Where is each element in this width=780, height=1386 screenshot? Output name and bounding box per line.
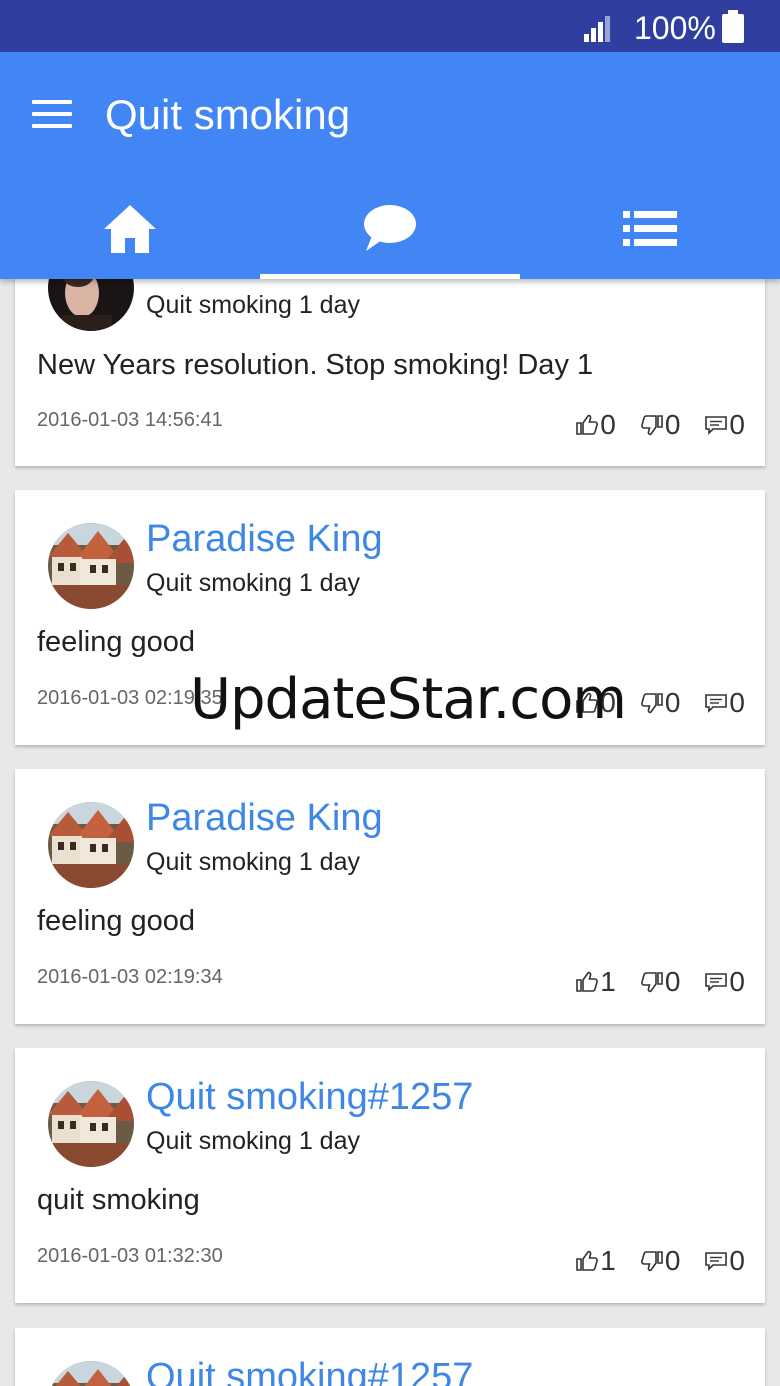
app-title: Quit smoking [105,91,351,138]
user-avatar[interactable] [48,1081,134,1167]
like-count: 0 [600,409,616,440]
post-actions: 1 0 0 [551,966,745,998]
hamburger-menu-icon[interactable] [30,96,74,132]
chat-bubble-icon [364,205,416,251]
post-timestamp: 2016-01-03 01:32:30 [37,1245,223,1267]
thumbs-down-icon [640,693,663,714]
dislike-button[interactable]: 0 [640,409,681,441]
comment-count: 0 [729,687,745,718]
tab-home[interactable] [0,177,260,279]
post-feed[interactable]: Quit smoking 1 day New Years resolution.… [0,279,780,1386]
username-link[interactable]: Paradise King [146,795,383,841]
dislike-count: 0 [664,966,681,997]
thumbs-down-icon [640,1251,663,1272]
user-avatar[interactable] [48,1361,134,1386]
post-timestamp: 2016-01-03 02:19:34 [37,966,223,988]
thumbs-up-icon [576,971,599,992]
like-count: 1 [600,1245,616,1276]
like-count: 1 [600,966,616,997]
user-status: Quit smoking 1 day [146,291,360,319]
dislike-count: 0 [664,1245,681,1276]
post-card[interactable]: Quit smoking#1257 Quit smoking 1 day qui… [15,1048,765,1303]
post-timestamp: 2016-01-03 14:56:41 [37,409,223,431]
thumbs-up-icon [576,1250,599,1271]
user-avatar[interactable] [48,279,134,331]
comment-button[interactable]: 0 [704,687,745,719]
user-avatar[interactable] [48,523,134,609]
user-status: Quit smoking 1 day [146,1127,360,1155]
comment-icon [705,973,728,992]
app-bar: Quit smoking [0,52,780,279]
post-card[interactable]: Paradise King Quit smoking 1 day feeling… [15,769,765,1024]
comment-icon [705,1252,728,1271]
tab-list[interactable] [520,177,780,279]
username-link[interactable]: Quit smoking#1257 [146,1074,473,1120]
post-text: feeling good [37,905,196,937]
list-icon [623,211,677,246]
dislike-count: 0 [664,409,681,440]
dislike-button[interactable]: 0 [640,966,681,998]
thumbs-down-icon [640,972,663,993]
comment-count: 0 [729,409,745,440]
watermark-text: UpdateStar.com [190,667,627,732]
battery-icon [722,10,744,43]
post-card[interactable]: Quit smoking 1 day New Years resolution.… [15,279,765,466]
battery-percentage: 100% [634,10,716,46]
comment-icon [705,694,728,713]
username-link[interactable]: Quit smoking#1257 [146,1354,473,1386]
post-actions: 1 0 0 [551,1245,745,1277]
status-bar: 100% [0,0,780,52]
tab-bar [0,177,780,279]
comment-button[interactable]: 0 [704,409,745,441]
username-link[interactable]: Paradise King [146,516,383,562]
comment-count: 0 [729,966,745,997]
post-text: New Years resolution. Stop smoking! Day … [37,349,594,381]
like-button[interactable]: 1 [575,966,616,998]
user-status: Quit smoking 1 day [146,848,360,876]
thumbs-down-icon [640,415,663,436]
user-avatar[interactable] [48,802,134,888]
dislike-count: 0 [664,687,681,718]
comment-button[interactable]: 0 [704,1245,745,1277]
post-actions: 0 0 0 [551,409,745,441]
tab-community[interactable] [260,177,520,279]
comment-icon [705,416,728,435]
post-text: quit smoking [37,1184,200,1216]
user-status: Quit smoking 1 day [146,569,360,597]
dislike-button[interactable]: 0 [640,687,681,719]
home-icon [104,205,156,253]
like-button[interactable]: 1 [575,1245,616,1277]
thumbs-up-icon [576,414,599,435]
post-card[interactable]: Quit smoking#1257 [15,1328,765,1386]
signal-icon [584,16,610,42]
comment-count: 0 [729,1245,745,1276]
comment-button[interactable]: 0 [704,966,745,998]
dislike-button[interactable]: 0 [640,1245,681,1277]
post-text: feeling good [37,626,196,658]
like-button[interactable]: 0 [575,409,616,441]
